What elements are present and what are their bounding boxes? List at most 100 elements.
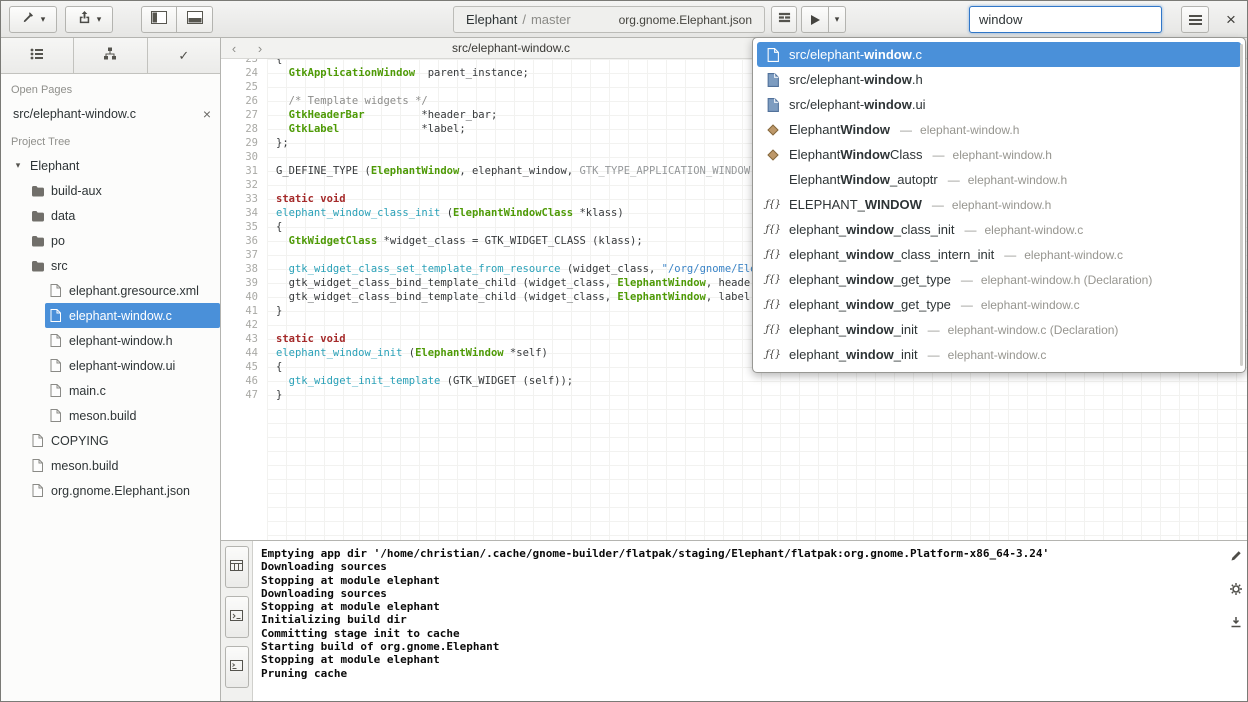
line-number[interactable]: 39 xyxy=(221,276,267,290)
project-tree-label: Project Tree xyxy=(1,126,220,153)
search-result[interactable]: ƒ{}elephant_window_get_type—elephant-win… xyxy=(757,267,1241,292)
line-number[interactable]: 34 xyxy=(221,206,267,220)
tree-item-elephant.gresource.xml[interactable]: elephant.gresource.xml xyxy=(1,278,220,303)
result-name: src/elephant-window.h xyxy=(789,72,923,87)
run-button[interactable] xyxy=(801,6,829,33)
tree-item-COPYING[interactable]: COPYING xyxy=(1,428,220,453)
folder-icon xyxy=(30,260,45,272)
line-number[interactable]: 26 xyxy=(221,94,267,108)
terminal-tab[interactable] xyxy=(225,596,249,638)
line-number[interactable]: 29 xyxy=(221,136,267,150)
file-icon xyxy=(765,98,781,112)
line-number[interactable]: 30 xyxy=(221,150,267,164)
search-result[interactable]: ƒ{}elephant_window_init—elephant-window.… xyxy=(757,342,1241,367)
search-result[interactable]: ƒ{}elephant_window_class_intern_init—ele… xyxy=(757,242,1241,267)
close-page-icon[interactable]: × xyxy=(203,106,211,122)
line-number[interactable]: 38 xyxy=(221,262,267,276)
download-icon[interactable] xyxy=(1230,615,1242,633)
export-button[interactable]: ▾ xyxy=(65,6,113,33)
tree-item-src[interactable]: src xyxy=(1,253,220,278)
line-number[interactable]: 44 xyxy=(221,346,267,360)
line-number[interactable]: 47 xyxy=(221,388,267,402)
tree-item-elephant-window.h[interactable]: elephant-window.h xyxy=(1,328,220,353)
line-number[interactable]: 37 xyxy=(221,248,267,262)
tree-item-po[interactable]: po xyxy=(1,228,220,253)
gear-icon[interactable] xyxy=(1230,582,1242,600)
line-number[interactable]: 41 xyxy=(221,304,267,318)
line-number[interactable]: 32 xyxy=(221,178,267,192)
tree-item-content: ▾Elephant xyxy=(9,153,220,178)
tree-item-elephant-window.ui[interactable]: elephant-window.ui xyxy=(1,353,220,378)
tree-icon xyxy=(102,47,118,64)
tree-item-main.c[interactable]: main.c xyxy=(1,378,220,403)
line-number[interactable]: 24 xyxy=(221,66,267,80)
omnibar[interactable]: Elephant / master org.gnome.Elephant.jso… xyxy=(453,6,765,33)
search-result[interactable]: ElephantWindow_autoptr—elephant-window.h xyxy=(757,167,1241,192)
build-log[interactable]: Emptying app dir '/home/christian/.cache… xyxy=(254,543,1219,701)
log-line: Downloading sources xyxy=(261,560,1219,573)
tree-item-content: meson.build xyxy=(27,453,220,478)
code-token: , header xyxy=(706,277,757,289)
line-number[interactable]: 25 xyxy=(221,80,267,94)
code-token: gtk_widget_class_bind_template_child (wi… xyxy=(276,291,617,303)
search-result[interactable]: src/elephant-window.ui xyxy=(757,92,1241,117)
search-result[interactable]: ElephantWindowClass—elephant-window.h xyxy=(757,142,1241,167)
build-profile-button[interactable]: ▾ xyxy=(9,6,57,33)
runtime-terminal-tab[interactable] xyxy=(225,646,249,688)
tree-item-build-aux[interactable]: build-aux xyxy=(1,178,220,203)
search-input[interactable] xyxy=(969,6,1162,33)
line-number[interactable]: 36 xyxy=(221,234,267,248)
close-button[interactable]: × xyxy=(1217,6,1245,33)
result-name: elephant_window_class_intern_init xyxy=(789,247,994,262)
code-token xyxy=(276,263,289,275)
result-separator: — xyxy=(932,198,944,212)
line-number[interactable]: 45 xyxy=(221,360,267,374)
search-result[interactable]: ElephantWindow—elephant-window.h xyxy=(757,117,1241,142)
line-number[interactable]: 23 xyxy=(221,59,267,66)
build-output-tab[interactable] xyxy=(225,546,249,588)
line-number[interactable]: 28 xyxy=(221,122,267,136)
tree-item-meson.build[interactable]: meson.build xyxy=(1,453,220,478)
search-result[interactable]: ƒ{}ELEPHANT_WINDOW—elephant-window.h xyxy=(757,192,1241,217)
line-number[interactable]: 43 xyxy=(221,332,267,346)
file-icon xyxy=(48,284,63,297)
expander-open-icon[interactable]: ▾ xyxy=(12,160,24,171)
tab-project-tree[interactable] xyxy=(74,38,147,73)
code-token: static void xyxy=(276,333,346,345)
line-number[interactable]: 42 xyxy=(221,318,267,332)
tab-pages[interactable] xyxy=(1,38,74,73)
line-number[interactable]: 40 xyxy=(221,290,267,304)
edit-icon[interactable] xyxy=(1230,549,1242,567)
toggle-bottom-panel-button[interactable] xyxy=(177,6,213,33)
menu-button[interactable] xyxy=(1181,6,1209,33)
tree-item-content: data xyxy=(27,203,220,228)
tree-item-Elephant[interactable]: ▾Elephant xyxy=(1,153,220,178)
tree-item-org.gnome.Elephant.json[interactable]: org.gnome.Elephant.json xyxy=(1,478,220,503)
line-number[interactable]: 33 xyxy=(221,192,267,206)
toggle-left-panel-button[interactable] xyxy=(141,6,177,33)
line-number[interactable]: 31 xyxy=(221,164,267,178)
open-page-item[interactable]: src/elephant-window.c× xyxy=(1,101,220,126)
tab-todo[interactable]: ✓ xyxy=(148,38,220,73)
tree-item-meson.build[interactable]: meson.build xyxy=(1,403,220,428)
run-options-button[interactable]: ▾ xyxy=(829,6,846,33)
line-number[interactable]: 27 xyxy=(221,108,267,122)
build-config-name: org.gnome.Elephant.json xyxy=(619,13,752,27)
search-result[interactable]: src/elephant-window.c xyxy=(757,42,1241,67)
popover-scrollbar[interactable] xyxy=(1240,44,1243,366)
line-number[interactable]: 46 xyxy=(221,374,267,388)
search-result[interactable]: src/elephant-window.h xyxy=(757,67,1241,92)
tree-item-content: build-aux xyxy=(27,178,220,203)
build-button[interactable] xyxy=(771,6,797,33)
search-result[interactable]: ƒ{}elephant_window_get_type—elephant-win… xyxy=(757,292,1241,317)
function-icon: ƒ{} xyxy=(765,274,781,285)
search-result[interactable]: ƒ{}elephant_window_init—elephant-window.… xyxy=(757,317,1241,342)
tree-item-data[interactable]: data xyxy=(1,203,220,228)
project-name: Elephant xyxy=(466,12,517,27)
result-name: elephant_window_init xyxy=(789,347,918,362)
sidebar-tabs: ✓ xyxy=(1,38,220,74)
project-tree: ▾Elephantbuild-auxdataposrcelephant.gres… xyxy=(1,153,220,503)
line-number[interactable]: 35 xyxy=(221,220,267,234)
search-result[interactable]: ƒ{}elephant_window_class_init—elephant-w… xyxy=(757,217,1241,242)
tree-item-elephant-window.c[interactable]: elephant-window.c xyxy=(1,303,220,328)
